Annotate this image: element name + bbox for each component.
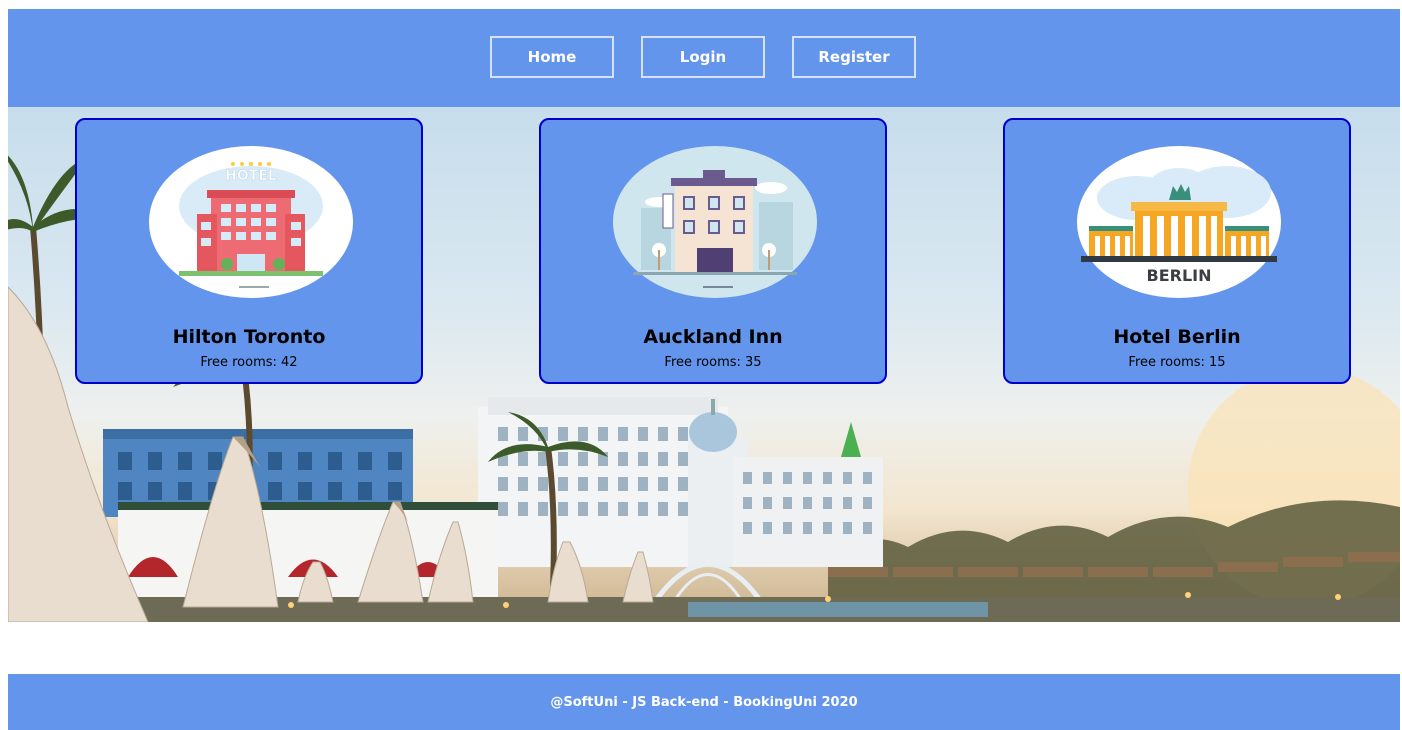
home-button[interactable]: Home	[490, 36, 614, 78]
hotel-name: Hilton Toronto	[172, 326, 326, 348]
brandenburg-gate-icon: BERLIN	[1077, 146, 1281, 298]
register-button[interactable]: Register	[792, 36, 916, 78]
free-rooms-label: Free rooms: 42	[200, 355, 298, 370]
main-nav: Home Login Register	[8, 36, 1400, 80]
header: Home Login Register	[8, 9, 1400, 107]
berlin-label-text: BERLIN	[1147, 266, 1212, 285]
hotel-card[interactable]: Auckland Inn Free rooms: 35	[539, 118, 887, 384]
hotel-card[interactable]: HOTEL Hilton Toronto Free rooms: 42	[75, 118, 423, 384]
free-rooms-label: Free rooms: 35	[664, 355, 762, 370]
footer-text: @SoftUni - JS Back-end - BookingUni 2020	[550, 694, 858, 710]
hotel-name: Auckland Inn	[643, 326, 783, 348]
hotel-building-icon: HOTEL	[149, 146, 353, 298]
free-rooms-label: Free rooms: 15	[1128, 355, 1226, 370]
page: Home Login Register HOTEL Hilton Toronto…	[0, 0, 1402, 730]
footer: @SoftUni - JS Back-end - BookingUni 2020	[8, 674, 1400, 730]
hotel-sign-text: HOTEL	[225, 168, 277, 184]
hotel-name: Hotel Berlin	[1113, 326, 1241, 348]
inn-building-icon	[613, 146, 817, 298]
hero-background: HOTEL Hilton Toronto Free rooms: 42 Auck…	[8, 107, 1400, 622]
login-button[interactable]: Login	[641, 36, 765, 78]
hotel-card[interactable]: BERLIN Hotel Berlin Free rooms: 15	[1003, 118, 1351, 384]
